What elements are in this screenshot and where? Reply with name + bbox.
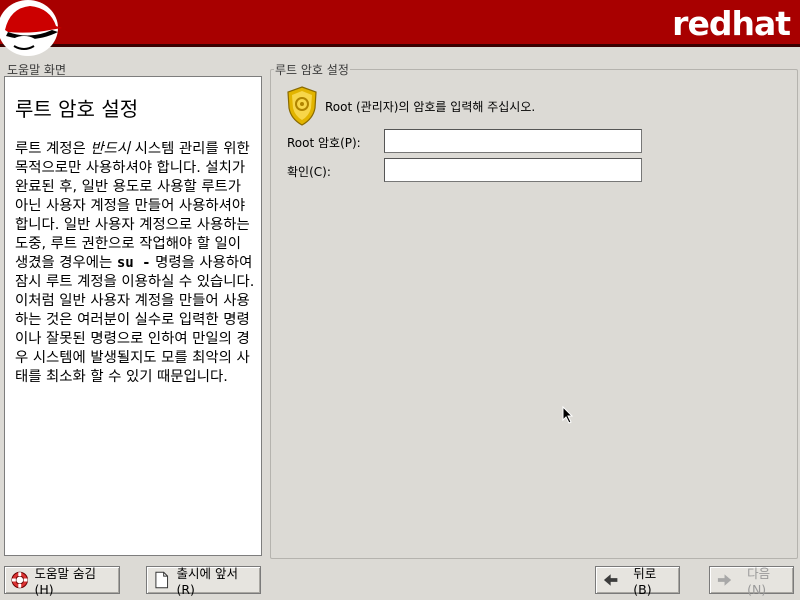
mouse-cursor-icon bbox=[562, 406, 574, 424]
next-label: 다음(N) bbox=[747, 566, 771, 597]
hide-help-label: 도움말 숨김(H) bbox=[34, 566, 96, 597]
help-text-emphasis: 반드시 bbox=[90, 141, 131, 157]
password-label: Root 암호(P): bbox=[287, 136, 361, 150]
document-icon bbox=[155, 571, 169, 589]
password-input[interactable] bbox=[384, 129, 642, 153]
help-text-part1: 루트 계정은 bbox=[15, 141, 91, 157]
main-frame-label: 루트 암호 설정 bbox=[274, 61, 350, 78]
confirm-label: 확인(C): bbox=[287, 165, 331, 179]
brand-wordmark: redhat bbox=[672, 4, 791, 43]
hide-help-button[interactable]: 도움말 숨김(H) bbox=[4, 566, 120, 597]
next-button[interactable]: 다음(N) bbox=[709, 566, 794, 597]
lifebuoy-icon bbox=[11, 571, 29, 589]
shield-key-icon bbox=[287, 86, 317, 126]
confirm-input[interactable] bbox=[384, 158, 642, 182]
help-text: 루트 계정은 반드시 시스템 관리를 위한 목적으로만 사용하셔야 합니다. 설… bbox=[15, 140, 257, 387]
back-label: 뒤로(B) bbox=[633, 566, 657, 597]
shadowman-logo bbox=[0, 0, 62, 56]
header-banner: redhat bbox=[0, 0, 800, 56]
help-panel: 루트 암호 설정 루트 계정은 반드시 시스템 관리를 위한 목적으로만 사용하… bbox=[4, 76, 262, 556]
intro-text: Root (관리자)의 암호를 입력해 주십시오. bbox=[325, 100, 536, 114]
help-text-part3: 명령을 사용하여 잠시 루트 계정을 이용하실 수 있습니다. 이처럼 일반 사… bbox=[15, 255, 255, 385]
back-button[interactable]: 뒤로(B) bbox=[595, 566, 680, 597]
help-text-command: su - bbox=[116, 255, 151, 271]
help-title: 루트 암호 설정 bbox=[15, 97, 139, 121]
help-text-part2: 시스템 관리를 위한 목적으로만 사용하셔야 합니다. 설치가 완료된 후, 일… bbox=[15, 141, 250, 271]
release-notes-button[interactable]: 출시에 앞서(R) bbox=[146, 566, 261, 597]
release-notes-label: 출시에 앞서(R) bbox=[176, 566, 238, 597]
arrow-left-icon bbox=[603, 574, 618, 586]
arrow-right-icon bbox=[717, 574, 732, 586]
